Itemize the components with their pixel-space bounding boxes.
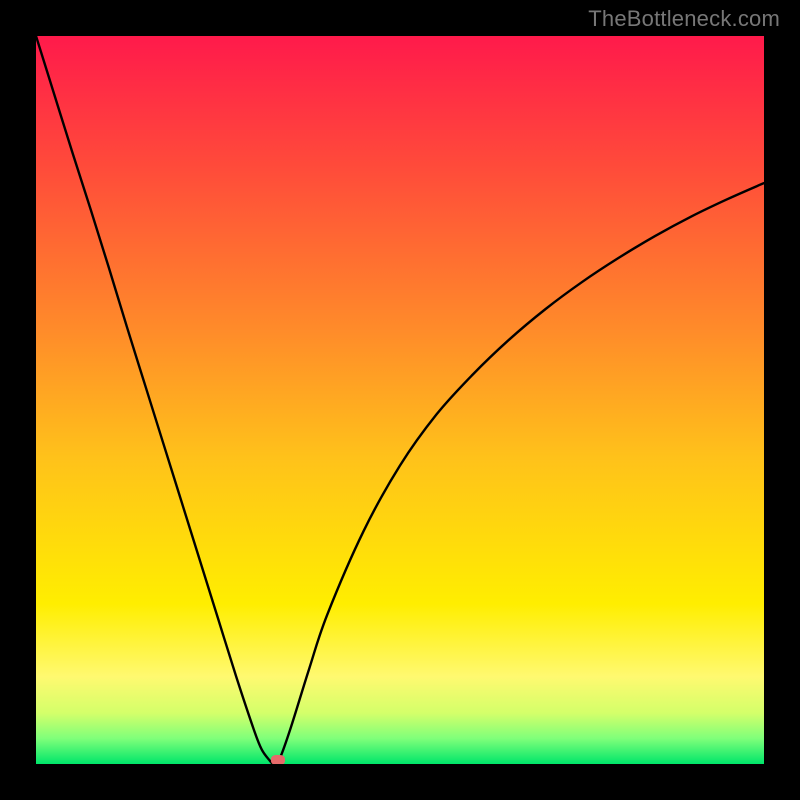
chart-frame: TheBottleneck.com — [0, 0, 800, 800]
bottleneck-curve — [36, 36, 764, 764]
watermark-text: TheBottleneck.com — [588, 6, 780, 32]
optimal-point-marker — [271, 755, 285, 764]
plot-area — [36, 36, 764, 764]
